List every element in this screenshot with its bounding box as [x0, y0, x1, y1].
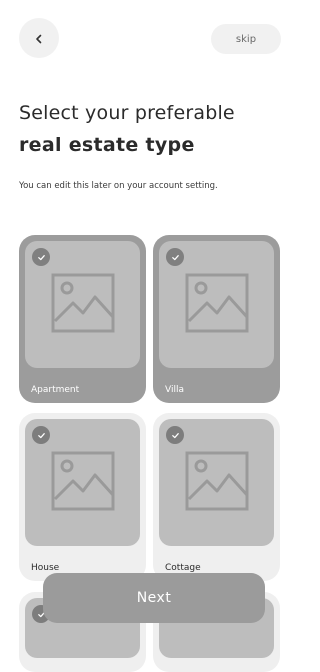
check-icon — [32, 248, 50, 266]
card-villa[interactable]: Villa — [153, 235, 280, 403]
image-icon — [51, 273, 115, 337]
card-apartment[interactable]: Apartment — [19, 235, 146, 403]
image-icon — [51, 451, 115, 515]
card-house[interactable]: House — [19, 413, 146, 581]
card-label: Apartment — [31, 385, 80, 395]
image-placeholder — [25, 419, 140, 546]
card-label: Cottage — [165, 563, 201, 573]
page-subtitle: You can edit this later on your account … — [19, 181, 218, 191]
image-placeholder — [159, 241, 274, 368]
image-placeholder — [159, 419, 274, 546]
check-icon — [166, 426, 184, 444]
image-placeholder — [25, 241, 140, 368]
chevron-left-icon — [34, 29, 44, 48]
skip-button[interactable]: skip — [211, 24, 281, 54]
check-icon — [166, 248, 184, 266]
image-icon — [185, 451, 249, 515]
page-title-line1: Select your preferable — [19, 102, 235, 124]
check-icon — [32, 426, 50, 444]
card-label: House — [31, 563, 60, 573]
page-title-line2: real estate type — [19, 134, 195, 156]
card-cottage[interactable]: Cottage — [153, 413, 280, 581]
image-icon — [185, 273, 249, 337]
back-button[interactable] — [19, 18, 59, 58]
next-button[interactable]: Next — [43, 573, 265, 623]
card-label: Villa — [165, 385, 184, 395]
